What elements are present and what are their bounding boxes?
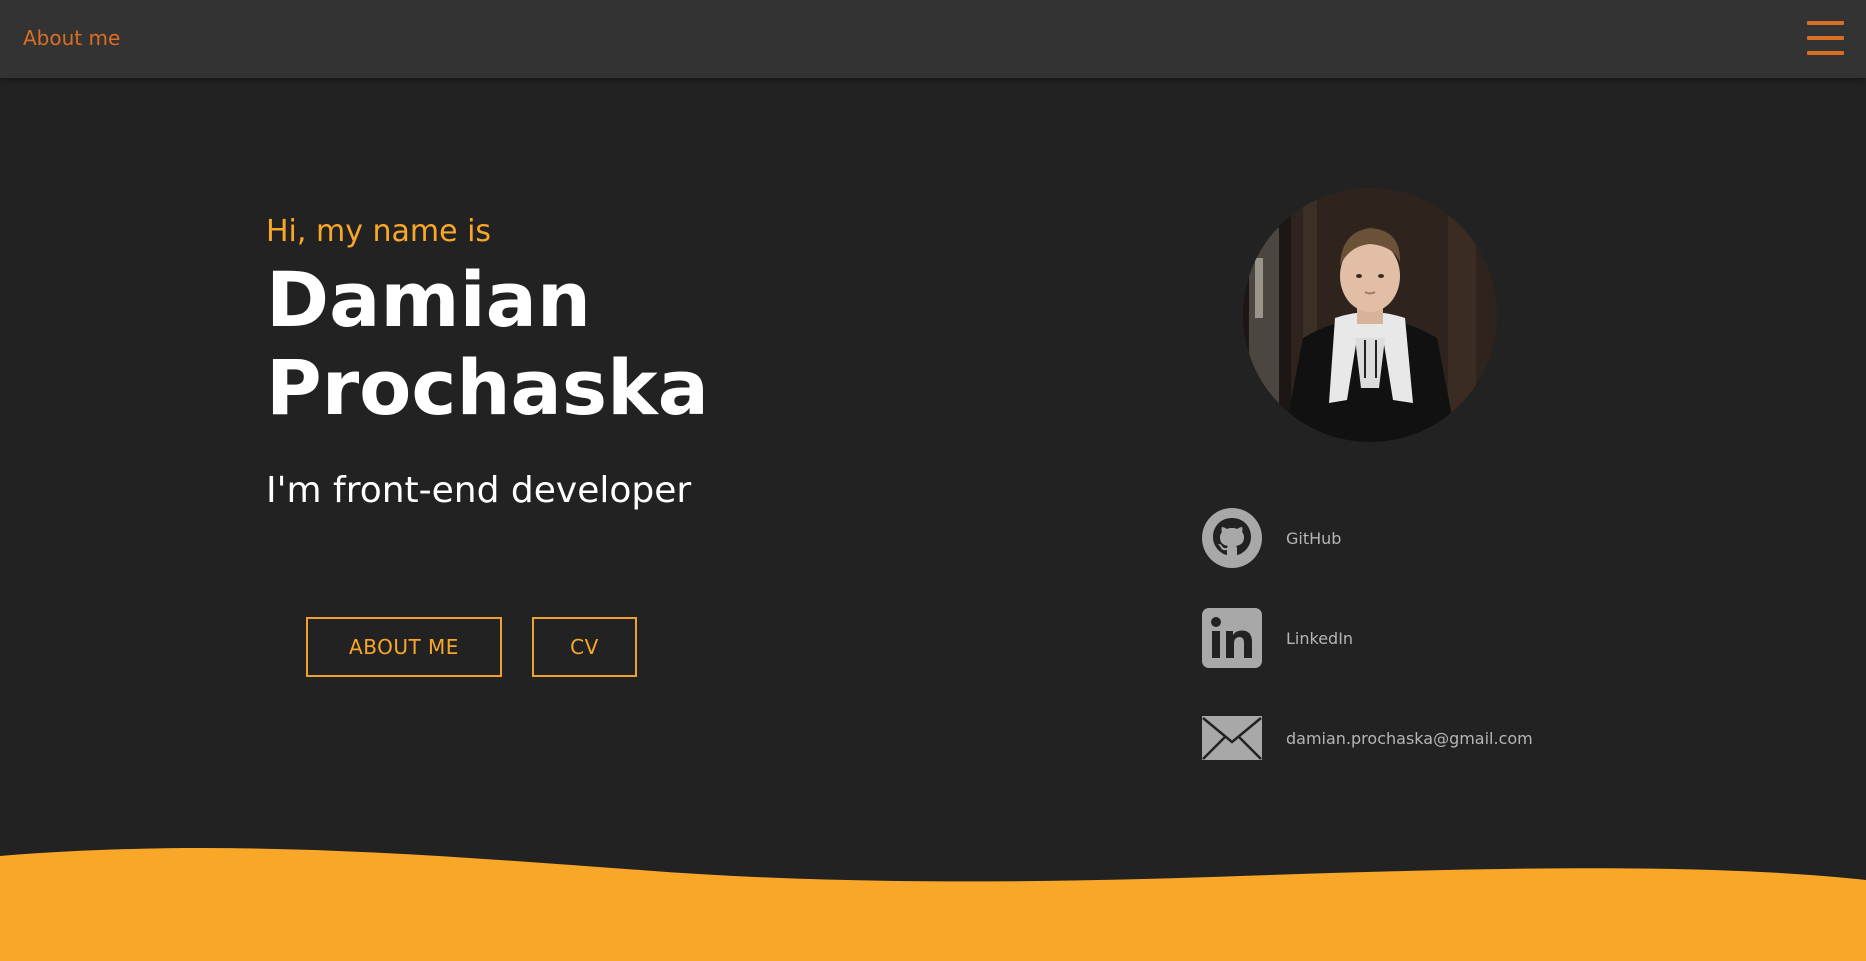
top-navigation-bar: About me — [0, 0, 1866, 78]
hamburger-line — [1807, 51, 1844, 55]
page: About me Hi, my name is Damian Prochaska… — [0, 0, 1866, 961]
brand-link-about-me[interactable]: About me — [23, 26, 120, 50]
hamburger-menu-icon[interactable] — [1807, 20, 1844, 56]
mail-icon — [1202, 716, 1262, 760]
contact-linkedin-link[interactable]: LinkedIn — [1202, 608, 1582, 668]
contact-github-label: GitHub — [1286, 528, 1342, 548]
cv-button[interactable]: CV — [532, 617, 637, 677]
linkedin-icon — [1202, 608, 1262, 668]
contact-email-label: damian.prochaska@gmail.com — [1286, 728, 1533, 748]
about-me-button[interactable]: ABOUT ME — [306, 617, 502, 677]
decorative-wave — [0, 848, 1866, 961]
github-icon — [1202, 508, 1262, 568]
contact-github-link[interactable]: GitHub — [1202, 508, 1582, 568]
contact-linkedin-label: LinkedIn — [1286, 628, 1354, 648]
hamburger-line — [1807, 36, 1844, 40]
person-name-heading: Damian Prochaska — [266, 255, 709, 432]
profile-photo-illustration — [1243, 188, 1497, 442]
avatar — [1243, 188, 1497, 442]
hamburger-line — [1807, 21, 1844, 25]
greeting-text: Hi, my name is — [266, 214, 492, 249]
contact-email-link[interactable]: damian.prochaska@gmail.com — [1202, 708, 1582, 768]
role-text: I'm front-end developer — [266, 470, 692, 511]
